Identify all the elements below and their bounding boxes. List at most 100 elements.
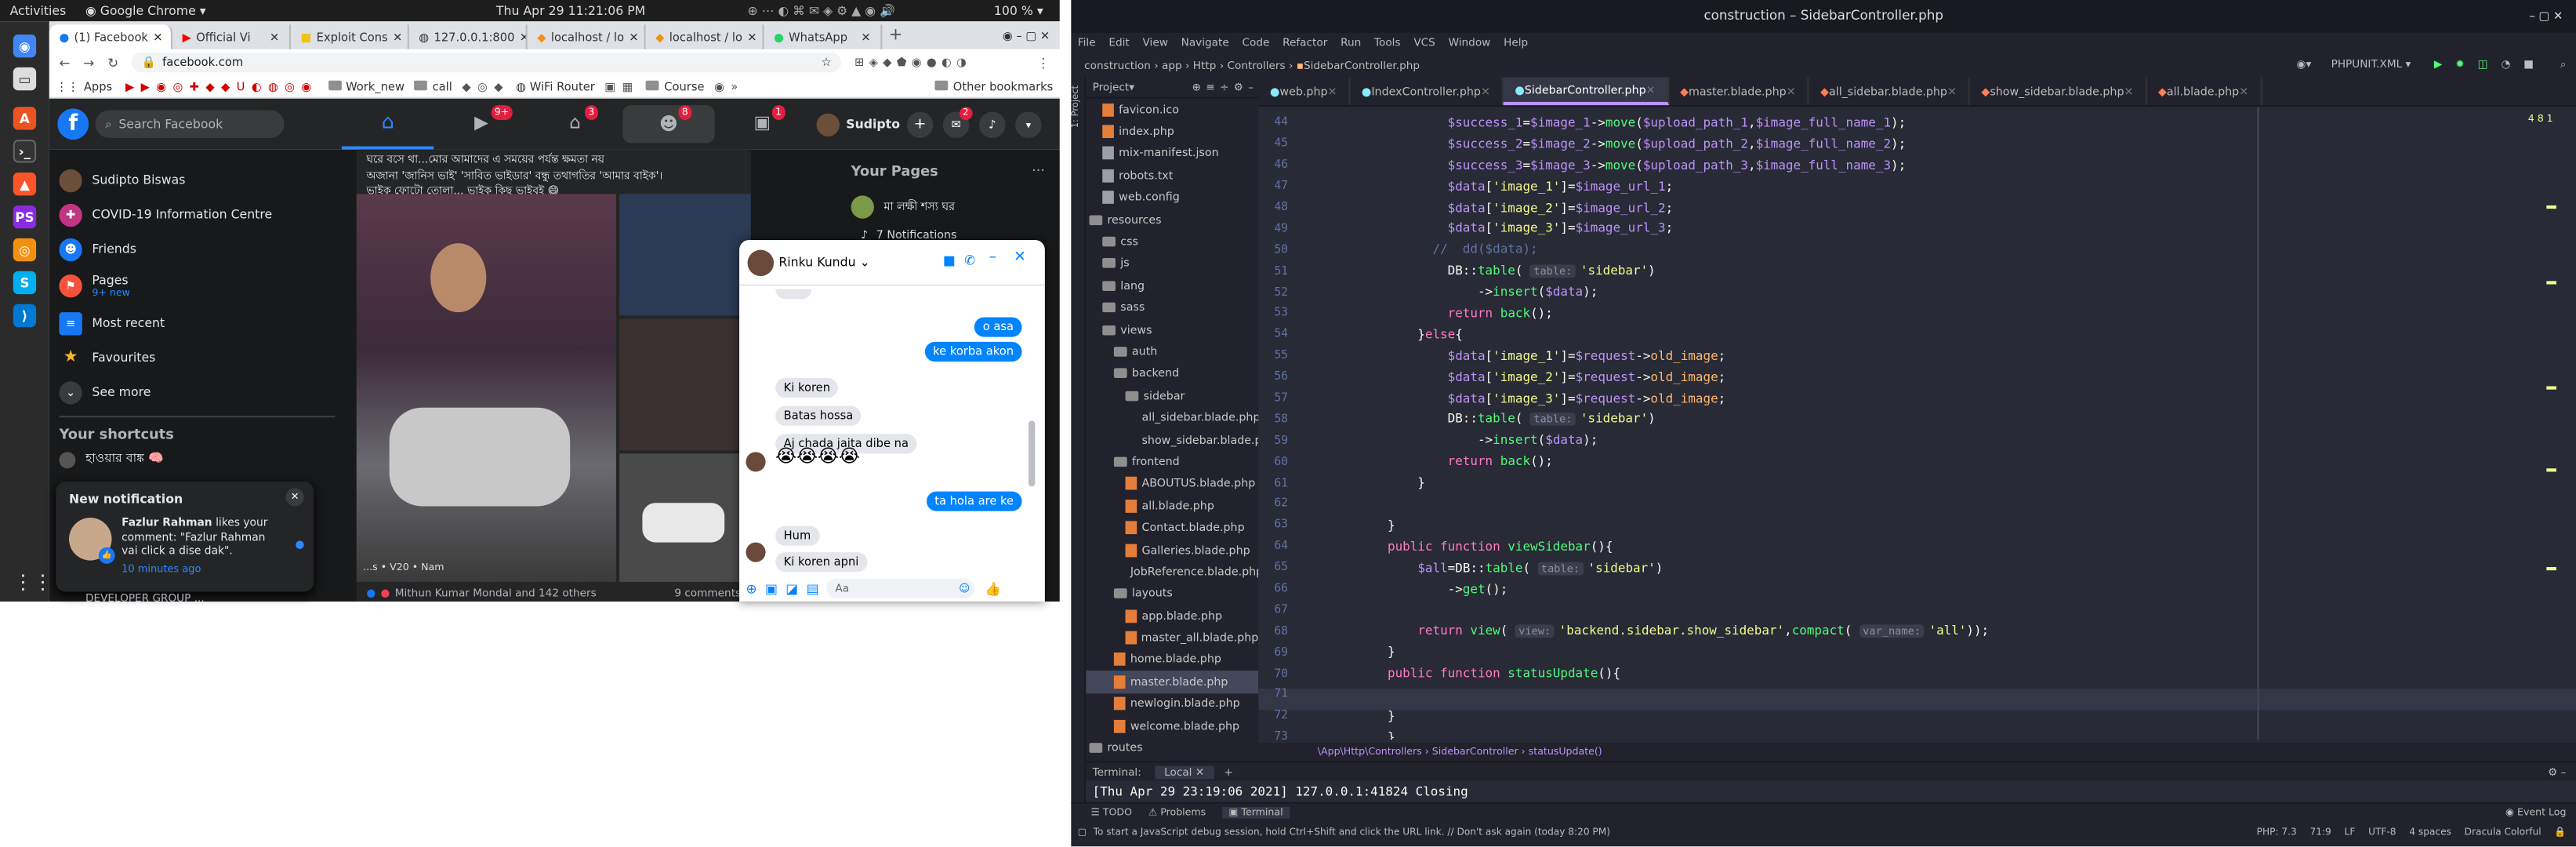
tree-item[interactable]: ABOUTUS.blade.php bbox=[1086, 473, 1258, 495]
tree-item[interactable]: resources bbox=[1086, 209, 1258, 231]
tree-item[interactable]: newlogin.blade.php bbox=[1086, 693, 1258, 714]
debug-icon[interactable]: ✹ bbox=[2455, 57, 2464, 71]
line-number[interactable]: 46 bbox=[1261, 158, 1294, 172]
image-icon[interactable]: ▣ bbox=[765, 581, 778, 596]
line-number[interactable]: 67 bbox=[1261, 603, 1294, 616]
inspection-widget[interactable]: 4 8 1 bbox=[2528, 114, 2553, 125]
line-number[interactable]: 49 bbox=[1261, 222, 1294, 235]
bookmark-work-new[interactable]: Work_new bbox=[328, 79, 405, 93]
tab-localhost-1[interactable]: ◆ localhost / lo ✕ bbox=[528, 24, 646, 49]
code-line[interactable]: 68 return view( view:'backend.sidebar.sh… bbox=[1261, 620, 2560, 642]
code-line[interactable]: 67 bbox=[1261, 599, 2560, 620]
tree-item[interactable]: css bbox=[1086, 231, 1258, 253]
tab-localhost-8000[interactable]: ◍127.0.0.1:800✕ bbox=[409, 24, 528, 49]
tree-item[interactable]: welcome.blade.php bbox=[1086, 714, 1258, 736]
code-line[interactable]: 73 } bbox=[1261, 726, 2560, 740]
code-line[interactable]: 63 } bbox=[1261, 514, 2560, 536]
tab-facebook[interactable]: ● (1) Facebook ✕ bbox=[49, 24, 173, 49]
code-line[interactable]: 54 }else{ bbox=[1261, 324, 2560, 345]
tree-item[interactable]: mix-manifest.json bbox=[1086, 143, 1258, 165]
video-call-icon[interactable]: ■ bbox=[943, 253, 956, 268]
tree-item[interactable]: all.blade.php bbox=[1086, 495, 1258, 517]
post-photo-3[interactable] bbox=[619, 318, 751, 451]
code-line[interactable]: 62 bbox=[1261, 493, 2560, 514]
emoji-icon[interactable]: ☺ bbox=[959, 582, 970, 595]
line-number[interactable]: 53 bbox=[1261, 307, 1294, 320]
line-number[interactable]: 48 bbox=[1261, 201, 1294, 214]
code-line[interactable]: 69 } bbox=[1261, 642, 2560, 663]
post-photo-2[interactable] bbox=[619, 194, 751, 316]
minimize-chat-icon[interactable]: – bbox=[989, 250, 996, 267]
clock[interactable]: Thu Apr 29 11:21:06 PM bbox=[496, 3, 645, 18]
messenger-icon[interactable]: ✉ 2 bbox=[942, 107, 972, 139]
line-number[interactable]: 45 bbox=[1261, 137, 1294, 151]
close-tab-icon[interactable]: ✕ bbox=[153, 31, 162, 44]
menu-run[interactable]: Run bbox=[1341, 36, 1361, 49]
post-photo-4[interactable] bbox=[619, 453, 751, 582]
terminal-icon[interactable]: ›_ bbox=[13, 140, 37, 163]
groups-tab[interactable]: ☻ 8 bbox=[622, 105, 715, 144]
tree-item[interactable]: home.blade.php bbox=[1086, 649, 1258, 671]
tree-item[interactable]: Contact.blade.php bbox=[1086, 517, 1258, 539]
close-tab-icon[interactable]: ✕ bbox=[393, 31, 402, 44]
stop-icon[interactable]: ■ bbox=[2523, 57, 2534, 71]
nav-see-more[interactable]: ⌄ See more bbox=[49, 375, 345, 409]
bookmark-icons-4[interactable]: ◉» bbox=[714, 80, 745, 93]
nav-pages[interactable]: ⚑ Pages 9+ new bbox=[49, 267, 345, 306]
tree-item[interactable]: all_sidebar.blade.php bbox=[1086, 407, 1259, 429]
bookmark-other[interactable]: Other bookmarks bbox=[934, 79, 1053, 93]
code-line[interactable]: 55 $data['image_1']=$request->old_image; bbox=[1261, 345, 2560, 366]
error-stripe-mark[interactable] bbox=[2546, 567, 2556, 571]
code-line[interactable]: 72 } bbox=[1261, 705, 2560, 726]
activities-button[interactable]: Activities bbox=[10, 3, 67, 18]
user-icon[interactable]: ◉▾ bbox=[2297, 57, 2312, 71]
editor-tab[interactable]: ● IndexController.php ✕ bbox=[1350, 77, 1504, 106]
bookmark-icons-3[interactable]: ▣▦ bbox=[604, 80, 640, 93]
ide-window-controls[interactable]: – ▢ ✕ bbox=[2529, 0, 2563, 33]
close-chat-icon[interactable]: ✕ bbox=[1014, 250, 1026, 267]
extension-icons[interactable]: ⊞◈◆⬟◉●◐◑ bbox=[854, 56, 971, 69]
php-version[interactable]: PHP: 7.3 bbox=[2257, 828, 2297, 838]
message-input[interactable]: Aa ☺ bbox=[826, 578, 975, 598]
tab-official[interactable]: ▶ Official Vi ✕ bbox=[172, 24, 291, 49]
code-line[interactable]: 70 public function statusUpdate(){ bbox=[1261, 663, 2560, 684]
bookmark-wifi-router[interactable]: ◍ WiFi Router bbox=[516, 80, 594, 93]
more-icon[interactable]: ⋯ bbox=[1032, 162, 1045, 177]
indent-setting[interactable]: 4 spaces bbox=[2409, 828, 2451, 838]
code-line[interactable]: 49 $data['image_3']=$image_url_3; bbox=[1261, 218, 2560, 239]
code-line[interactable]: 52 ->insert($data); bbox=[1261, 282, 2560, 303]
line-number[interactable]: 55 bbox=[1261, 349, 1294, 362]
terminal-tab-local[interactable]: Local ✕ bbox=[1154, 765, 1214, 779]
files-icon[interactable]: ▭ bbox=[13, 67, 37, 91]
tree-item[interactable]: robots.txt bbox=[1086, 165, 1258, 187]
tree-item[interactable]: js bbox=[1086, 253, 1258, 274]
tree-item[interactable]: views bbox=[1086, 318, 1258, 340]
menu-tools[interactable]: Tools bbox=[1374, 36, 1401, 49]
tab-whatsapp[interactable]: ● WhatsApp ✕ bbox=[764, 24, 883, 49]
line-number[interactable]: 62 bbox=[1261, 497, 1294, 511]
line-number[interactable]: 65 bbox=[1261, 561, 1294, 574]
line-number[interactable]: 59 bbox=[1261, 434, 1294, 447]
terminal-tool-tab[interactable]: ▣ Terminal bbox=[1222, 805, 1290, 818]
tree-item[interactable]: sass bbox=[1086, 296, 1258, 318]
tree-item[interactable]: sidebar bbox=[1086, 385, 1258, 407]
contact-avatar[interactable] bbox=[747, 249, 775, 277]
back-icon[interactable]: ← bbox=[59, 55, 70, 70]
line-number[interactable]: 63 bbox=[1261, 518, 1294, 532]
menu-edit[interactable]: Edit bbox=[1108, 36, 1129, 49]
nav-friends[interactable]: ☻ Friends bbox=[49, 231, 345, 266]
status-message[interactable]: To start a JavaScript debug session, hol… bbox=[1094, 828, 1610, 838]
postman-icon[interactable]: ◎ bbox=[13, 238, 37, 262]
line-number[interactable]: 44 bbox=[1261, 116, 1294, 129]
reload-icon[interactable]: ↻ bbox=[107, 55, 118, 70]
error-stripe-mark[interactable] bbox=[2546, 205, 2556, 209]
nav-favourites[interactable]: ★ Favourites bbox=[49, 340, 345, 375]
tray-icons[interactable]: ⊕ ⋯ ◐ ⌘ ✉ ◈ ⚙ ▲ ◉ 🔊 bbox=[748, 3, 895, 18]
editor-tab[interactable]: ◆ master.blade.php ✕ bbox=[1668, 77, 1809, 106]
code-line[interactable]: 57 $data['image_3']=$request->old_image; bbox=[1261, 387, 2560, 409]
marketplace-tab[interactable]: ⌂ 3 bbox=[529, 99, 621, 150]
run-config-select[interactable]: PHPUNIT.XML bbox=[2331, 57, 2403, 71]
chrome-launcher-icon[interactable]: ◉ bbox=[13, 35, 37, 58]
app-menu[interactable]: ◉ Google Chrome ▾ bbox=[85, 3, 206, 18]
close-tab-icon[interactable]: ✕ bbox=[2239, 85, 2248, 98]
